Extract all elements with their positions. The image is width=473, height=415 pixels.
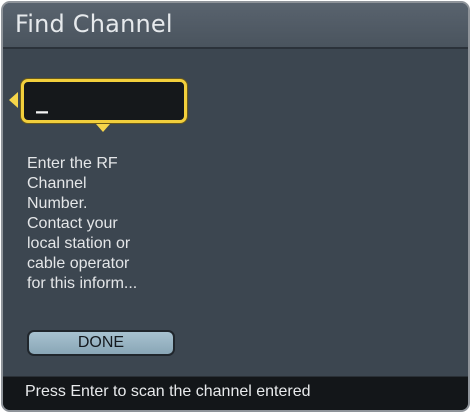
instructions-text: Enter the RF Channel Number. Contact you… [27,155,138,292]
focus-arrow-left-icon [9,92,18,108]
input-cursor: _ [36,86,48,114]
done-button[interactable]: DONE [27,330,175,356]
find-channel-dialog: Find Channel _ Enter the RF Channel Numb… [1,1,470,412]
title-bar: Find Channel [3,3,468,49]
channel-number-input[interactable]: _ [21,79,187,123]
dialog-body: _ Enter the RF Channel Number. Contact y… [3,49,468,376]
status-text: Press Enter to scan the channel entered [25,383,311,400]
focus-arrow-down-icon [96,124,110,132]
status-bar: Press Enter to scan the channel entered [3,376,468,410]
dialog-title: Find Channel [15,10,173,38]
